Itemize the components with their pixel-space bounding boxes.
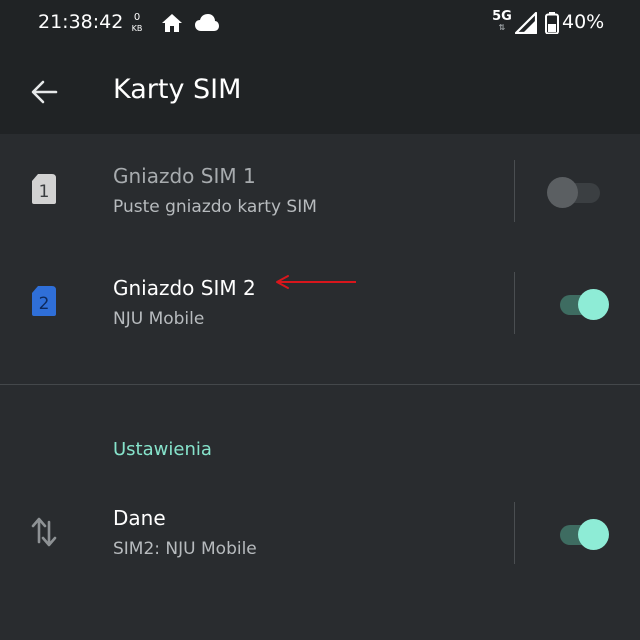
section-divider <box>0 384 640 385</box>
page-title: Karty SIM <box>113 74 242 105</box>
mobile-data-toggle[interactable] <box>558 516 610 550</box>
battery-percentage: 40% <box>562 11 605 33</box>
sim-card-1-number: 1 <box>39 182 50 202</box>
sim-slot-1-summary: Puste gniazdo karty SIM <box>113 197 317 217</box>
data-activity-icon: ⇅ <box>498 23 506 32</box>
sim-slot-2-row[interactable]: 2 Gniazdo SIM 2 NJU Mobile <box>0 246 640 358</box>
toggle-thumb <box>547 177 578 208</box>
sim-slot-1-title: Gniazdo SIM 1 <box>113 164 256 188</box>
toggle-thumb <box>578 289 609 320</box>
network-type: 5G <box>492 9 512 24</box>
status-time: 21:38:42 <box>38 11 124 33</box>
sim-card-2-icon: 2 <box>30 284 58 322</box>
sim-slot-1-toggle[interactable] <box>547 174 610 208</box>
battery-icon <box>545 12 559 38</box>
net-speed-value: 0 <box>133 12 141 23</box>
settings-list: 1 Gniazdo SIM 1 Puste gniazdo karty SIM … <box>0 134 640 640</box>
signal-icon <box>514 11 538 38</box>
sim-slot-1-row[interactable]: 1 Gniazdo SIM 1 Puste gniazdo karty SIM <box>0 134 640 246</box>
net-speed-unit: KB <box>131 24 143 33</box>
mobile-data-row[interactable]: Dane SIM2: NJU Mobile <box>0 476 640 588</box>
sim-card-1-icon: 1 <box>30 172 58 210</box>
settings-section-header: Ustawienia <box>113 439 212 460</box>
toggle-thumb <box>578 519 609 550</box>
back-button[interactable] <box>20 70 68 118</box>
row-divider <box>514 272 515 334</box>
sim-card-2-number: 2 <box>39 294 50 314</box>
network-type-icon: 5G ⇅ <box>492 10 512 32</box>
row-divider <box>514 160 515 222</box>
row-divider <box>514 502 515 564</box>
mobile-data-summary: SIM2: NJU Mobile <box>113 539 257 559</box>
cloud-icon <box>195 14 219 36</box>
sim-slot-2-summary: NJU Mobile <box>113 309 205 329</box>
status-bar: 21:38:42 0 KB 5G ⇅ 40% <box>0 0 640 48</box>
annotation-arrow-icon <box>274 274 358 294</box>
net-speed-indicator: 0 KB <box>128 12 146 34</box>
app-bar: Karty SIM <box>0 48 640 134</box>
sim-slot-2-title: Gniazdo SIM 2 <box>113 276 256 300</box>
swap-vert-icon <box>30 514 58 552</box>
mobile-data-title: Dane <box>113 506 166 530</box>
arrow-back-icon <box>30 78 58 110</box>
home-icon <box>161 13 183 37</box>
sim-slot-2-toggle[interactable] <box>558 286 610 320</box>
